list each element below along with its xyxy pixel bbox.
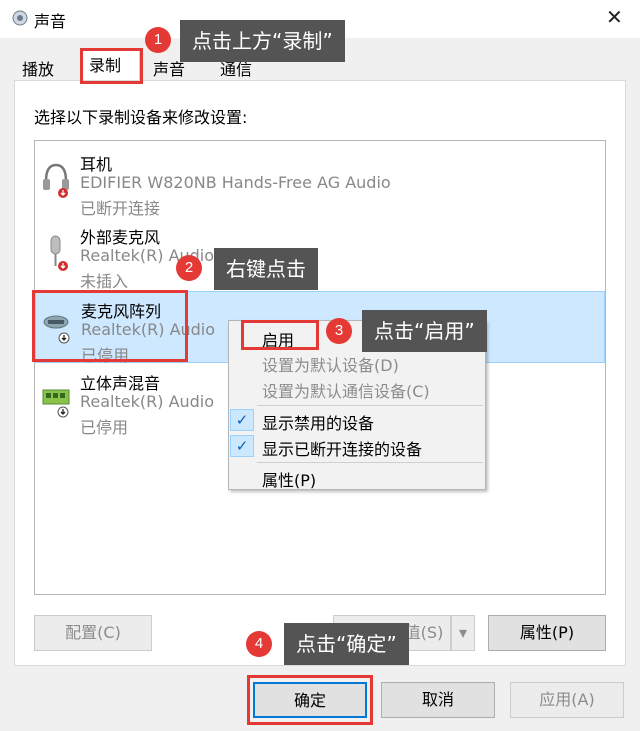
callout-step-1: 点击上方“录制” [180,20,345,62]
checkmark-icon: ✓ [230,435,254,457]
highlight-box-enable [241,320,319,350]
device-driver: EDIFIER W820NB Hands-Free AG Audio [80,173,391,192]
headset-icon [43,163,69,198]
device-name: 耳机 [80,155,113,174]
menu-separator [257,462,483,463]
menu-separator [257,405,483,406]
step-badge: 1 [145,27,171,53]
highlight-box-mic-array [32,290,188,362]
callout-step-2: 右键点击 [214,248,318,290]
list-item-headset[interactable]: 耳机 EDIFIER W820NB Hands-Free AG Audio 已断… [35,145,605,218]
microphone-icon [50,235,68,271]
step-badge: 2 [176,255,202,281]
close-icon[interactable]: ✕ [606,5,623,29]
apply-button[interactable]: 应用(A) [510,682,624,718]
device-driver: Realtek(R) Audio [80,392,215,411]
menu-item-set-default-comm[interactable]: 设置为默认通信设备(C) [262,378,430,402]
device-status: 未插入 [80,272,129,291]
list-item-external-mic[interactable]: 外部麦克风 Realtek(R) Audio 未插入 [35,218,605,291]
menu-item-properties[interactable]: 属性(P) [262,467,316,491]
step-badge: 4 [246,631,272,657]
set-default-dropdown-button[interactable]: ▾ [451,615,475,651]
checkmark-icon: ✓ [230,409,254,431]
device-status: 已停用 [80,418,129,437]
cancel-button[interactable]: 取消 [381,682,495,718]
menu-item-show-disconnected[interactable]: 显示已断开连接的设备 [262,436,422,460]
callout-step-4: 点击“确定” [284,623,409,665]
highlight-box-recording-tab [80,48,143,84]
configure-button[interactable]: 配置(C) [34,615,152,651]
highlight-box-ok [247,675,373,725]
device-name: 外部麦克风 [80,228,161,247]
step-badge: 3 [326,318,352,344]
callout-step-3: 点击“启用” [362,310,487,352]
instruction-text: 选择以下录制设备来修改设置: [34,108,248,127]
menu-item-show-disabled[interactable]: 显示禁用的设备 [262,410,374,434]
menu-item-set-default[interactable]: 设置为默认设备(D) [262,352,399,376]
speaker-icon [12,10,28,26]
sound-card-icon [42,389,70,418]
device-status: 已断开连接 [80,199,161,218]
window-title: 声音 [34,12,67,31]
device-name: 立体声混音 [80,374,161,393]
properties-button[interactable]: 属性(P) [488,615,606,651]
